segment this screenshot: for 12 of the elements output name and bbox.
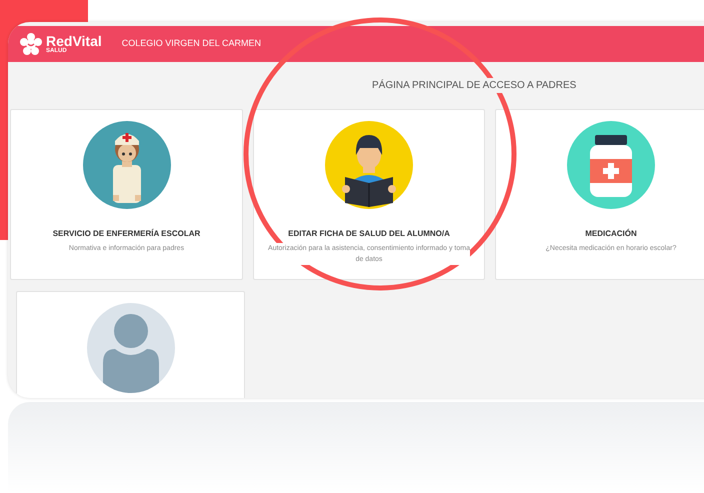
flower-logo-icon bbox=[20, 33, 42, 55]
nurse-icon bbox=[82, 121, 170, 209]
menu-card[interactable] bbox=[16, 291, 245, 398]
medicine-bottle-icon bbox=[567, 121, 655, 209]
card-title: EDITAR FICHA DE SALUD DEL ALUMNO/A bbox=[288, 228, 450, 240]
school-name: COLEGIO VIRGEN DEL CARMEN bbox=[122, 37, 261, 50]
student-reading-icon bbox=[325, 121, 413, 209]
card-title: SERVICIO DE ENFERMERÍA ESCOLAR bbox=[52, 228, 200, 240]
logo-name: RedVital bbox=[46, 34, 102, 48]
card-title: MEDICACIÓN bbox=[585, 228, 637, 240]
page-title: PÁGINA PRINCIPAL DE ACCESO A PADRES bbox=[372, 78, 576, 93]
user-silhouette-icon bbox=[86, 303, 174, 393]
